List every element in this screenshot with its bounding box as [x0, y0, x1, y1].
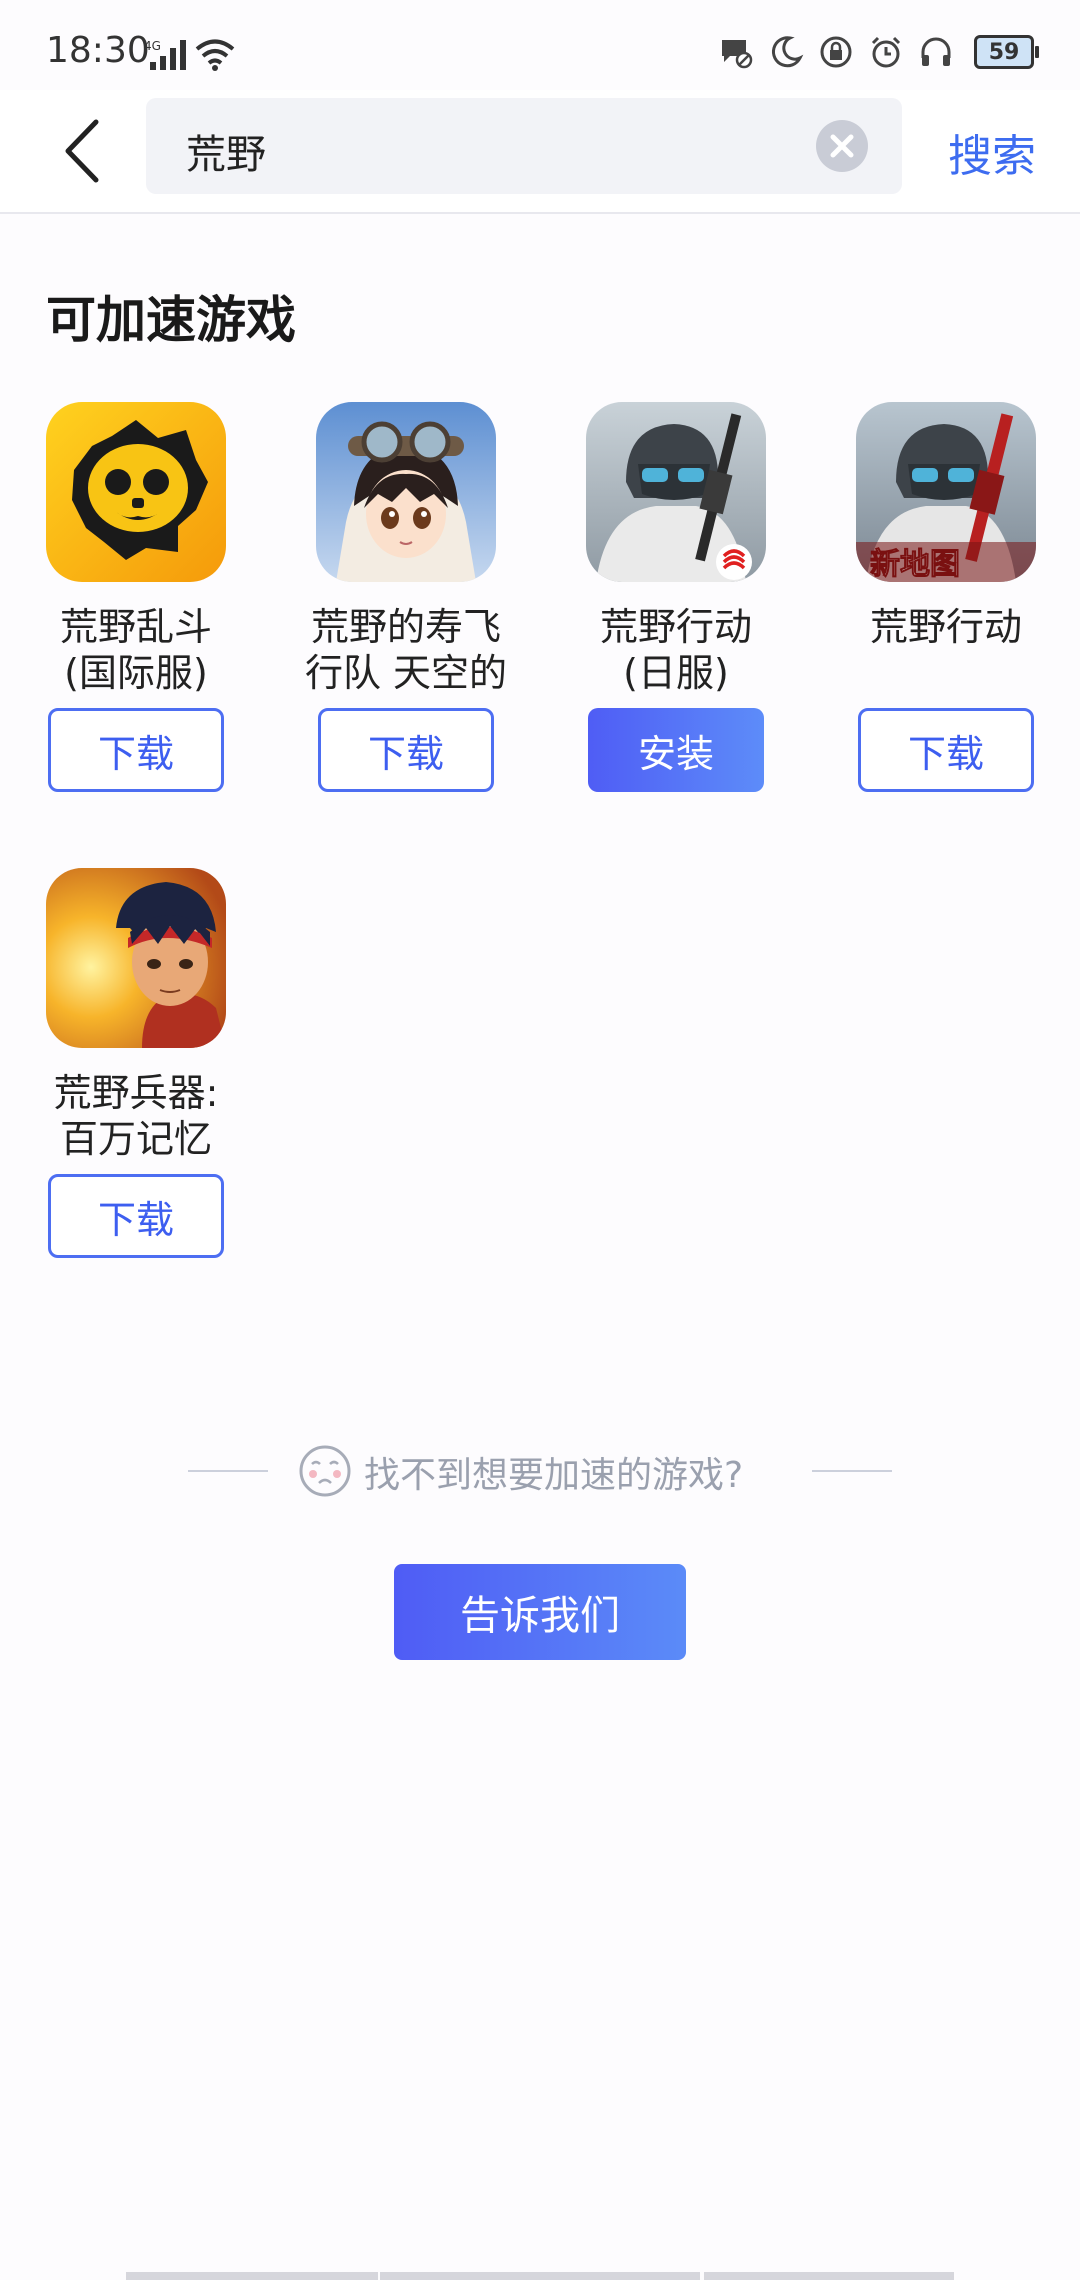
alarm-icon: [871, 36, 901, 68]
search-button[interactable]: 搜索: [948, 120, 1036, 184]
game-name-line2: 百万记忆: [59, 1117, 212, 1161]
tell-us-button[interactable]: 告诉我们: [394, 1564, 686, 1660]
game-name-line2: (日服): [623, 651, 729, 695]
download-button[interactable]: 下载: [48, 708, 224, 792]
warrior-sunset-icon: [46, 868, 226, 1048]
not-found-prompt: 找不到想要加速的游戏?: [0, 1440, 1080, 1500]
game-name-line1: 荒野的寿飞: [310, 605, 501, 649]
nav-gesture-bar-right: [704, 2272, 954, 2280]
game-card[interactable]: 荒野乱斗 (国际服) 下载: [26, 402, 246, 792]
search-input[interactable]: 荒野: [146, 98, 902, 194]
wifi-icon: [195, 39, 235, 71]
search-header: 荒野 搜索: [0, 90, 1080, 214]
nav-gesture-bar-center: [380, 2272, 700, 2280]
battery-icon: 59: [974, 35, 1039, 69]
nav-gesture-bar-left: [126, 2272, 378, 2280]
game-card[interactable]: 荒野行动 (日服) 安装: [566, 402, 786, 792]
message-blocked-icon: [722, 40, 753, 69]
section-title: 可加速游戏: [46, 291, 296, 349]
install-button[interactable]: 安装: [588, 708, 764, 792]
game-name-line1: 荒野行动: [599, 605, 752, 649]
new-map-badge: 新地图: [870, 547, 960, 582]
status-time: 18:30: [46, 30, 150, 71]
game-name-line1: 荒野兵器:: [53, 1071, 219, 1115]
download-button[interactable]: 下载: [858, 708, 1034, 792]
divider-right: [812, 1470, 892, 1472]
download-button[interactable]: 下载: [318, 708, 494, 792]
soldier-new-map-icon: 新地图: [856, 402, 1036, 582]
back-arrow-icon[interactable]: [56, 116, 112, 186]
status-bar: 18:30 4G 59: [0, 0, 1080, 90]
rotation-lock-icon: [820, 36, 852, 68]
search-query-text: 荒野: [186, 132, 266, 178]
sad-face-icon: [299, 1445, 351, 1497]
game-card[interactable]: 荒野兵器: 百万记忆 下载: [26, 868, 246, 1258]
pilot-girl-icon: [316, 402, 496, 582]
clear-search-icon[interactable]: [816, 120, 868, 172]
download-button[interactable]: 下载: [48, 1174, 224, 1258]
brawl-stars-skull-icon: [46, 402, 226, 582]
game-name-line2: 行队 天空的: [304, 651, 508, 695]
game-card[interactable]: 荒野的寿飞 行队 天空的 下载: [296, 402, 516, 792]
moon-icon: [771, 36, 804, 68]
headphones-icon: [921, 37, 951, 66]
cellular-signal-icon: 4G: [144, 39, 186, 70]
game-name-line1: 荒野乱斗: [59, 605, 212, 649]
soldier-netease-icon: [586, 402, 766, 582]
divider-left: [188, 1470, 268, 1472]
game-card[interactable]: 新地图 荒野行动 下载: [836, 402, 1056, 792]
not-found-text: 找不到想要加速的游戏?: [364, 1455, 744, 1496]
game-name-line1: 荒野行动: [869, 605, 1022, 649]
network-type-label: 4G: [144, 39, 161, 53]
game-name-line2: (国际服): [64, 651, 208, 695]
